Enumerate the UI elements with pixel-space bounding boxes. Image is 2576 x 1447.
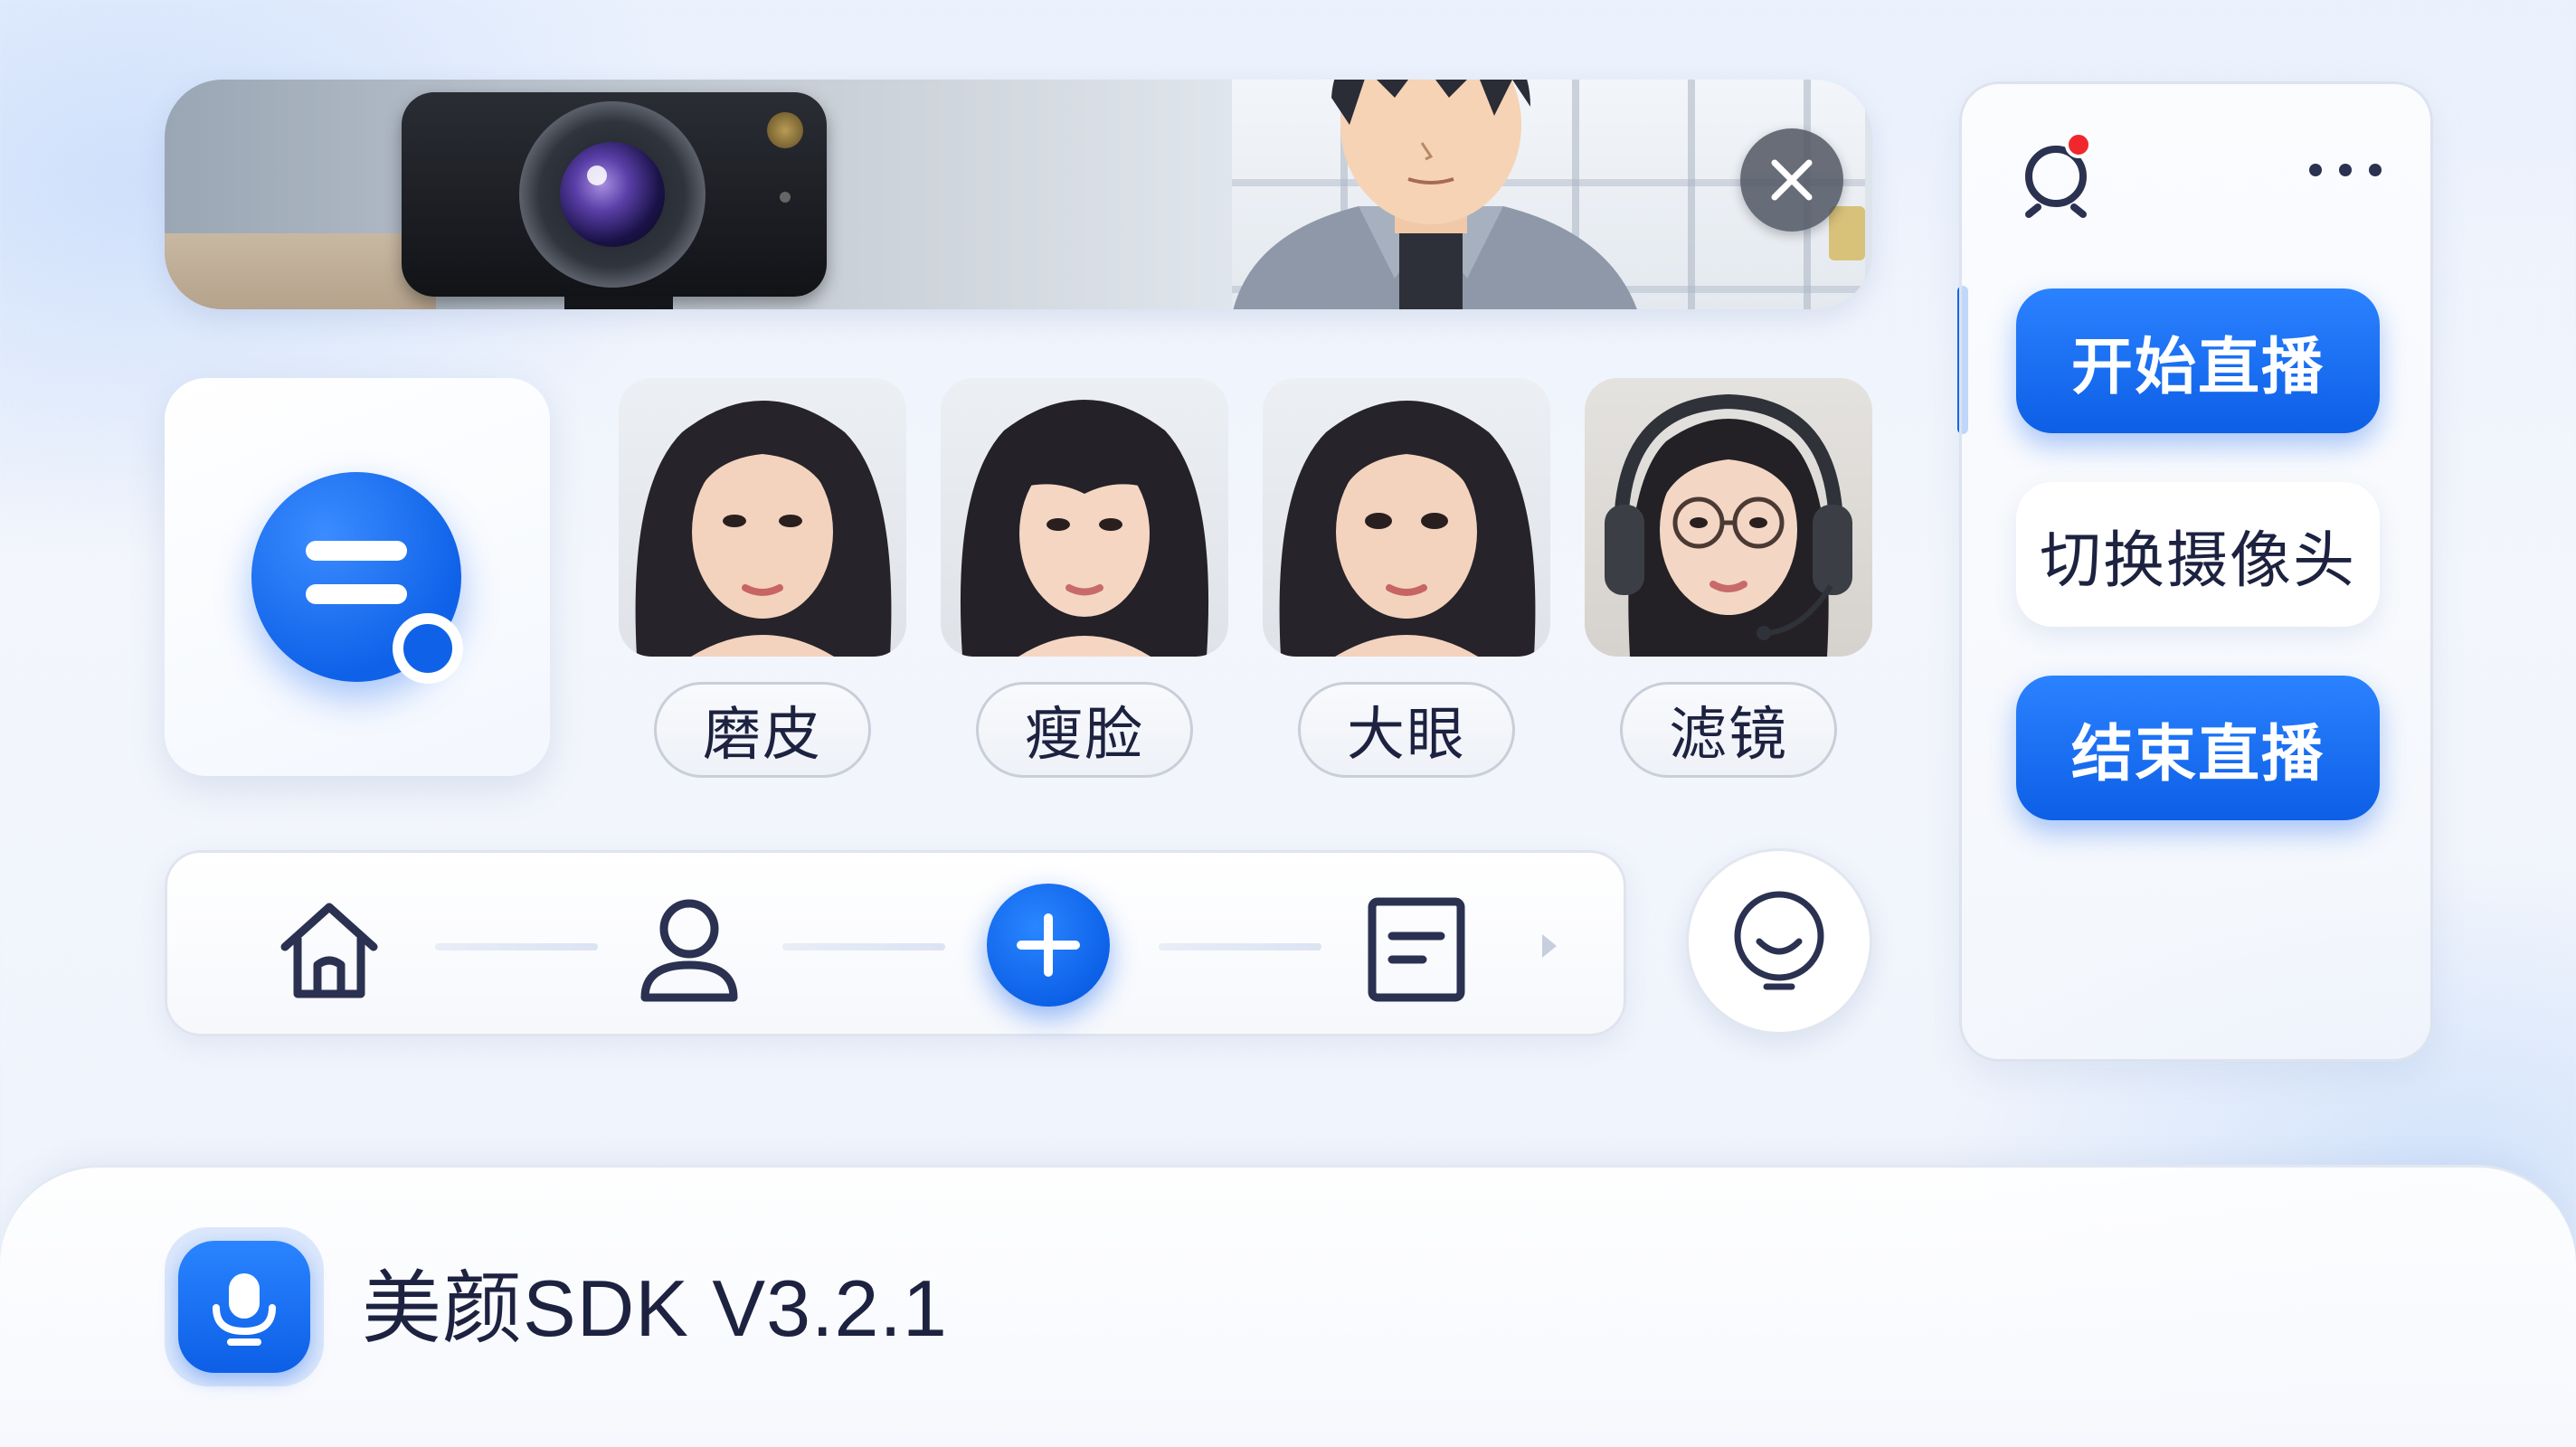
chevron-right-icon <box>1542 934 1557 958</box>
beauty-option-smooth[interactable]: 磨皮 <box>619 378 906 785</box>
footer-bar: 美颜SDK V3.2.1 <box>0 1165 2576 1447</box>
camera-stand <box>564 297 673 309</box>
camera-lens <box>519 101 706 288</box>
nav-item-profile[interactable] <box>632 893 746 1007</box>
nav-item-add-button[interactable] <box>987 884 1110 1007</box>
app-logo <box>165 1227 324 1386</box>
camera-illustration <box>402 92 827 309</box>
switch-camera-button[interactable]: 切换摄像头 <box>2016 482 2380 627</box>
smile-icon <box>1734 891 1824 990</box>
nav-separator <box>435 943 598 950</box>
beauty-option-label[interactable]: 磨皮 <box>654 682 871 778</box>
portrait-image <box>1263 378 1550 657</box>
microphone-icon <box>213 1273 276 1346</box>
search-button[interactable] <box>2016 131 2107 222</box>
start-live-button[interactable]: 开始直播 <box>2016 288 2380 433</box>
beauty-option-big-eyes[interactable]: 大眼 <box>1263 378 1550 785</box>
plus-icon <box>1017 913 1080 977</box>
user-icon <box>640 899 738 1002</box>
nav-separator <box>1159 943 1321 950</box>
search-icon <box>2025 146 2087 218</box>
nav-item-documents[interactable] <box>1359 893 1473 1007</box>
camera-flash <box>767 112 803 148</box>
more-options-button[interactable] <box>2309 156 2382 184</box>
beauty-options-list: 磨皮 瘦脸 大眼 滤镜 <box>619 378 1872 785</box>
home-icon <box>280 903 378 998</box>
portrait-image <box>1585 378 1872 657</box>
beauty-option-label[interactable]: 大眼 <box>1298 682 1515 778</box>
nav-item-home[interactable] <box>272 893 386 1007</box>
bottom-nav-bar <box>165 850 1626 1036</box>
live-control-panel: 开始直播 切换摄像头 结束直播 <box>1959 81 2433 1062</box>
portrait-image <box>619 378 906 657</box>
beauty-option-label[interactable]: 瘦脸 <box>976 682 1193 778</box>
end-live-button[interactable]: 结束直播 <box>2016 676 2380 820</box>
beauty-option-filter[interactable]: 滤镜 <box>1585 378 1872 785</box>
document-icon <box>1368 897 1465 1002</box>
cartoon-avatar-illustration <box>1233 80 1637 309</box>
banner-carousel[interactable] <box>165 80 1872 309</box>
nav-separator <box>782 943 945 950</box>
beauty-option-slim-face[interactable]: 瘦脸 <box>941 378 1228 785</box>
nav-more-arrow[interactable] <box>1535 932 1562 960</box>
chat-bubble-icon <box>251 472 463 684</box>
close-icon <box>1771 159 1813 201</box>
beauty-option-label[interactable]: 滤镜 <box>1620 682 1837 778</box>
notification-dot <box>2065 131 2092 158</box>
banner-plant-decoration <box>1829 206 1865 260</box>
banner-close-button[interactable] <box>1740 128 1843 232</box>
chat-tile[interactable] <box>165 378 550 776</box>
app-title: 美颜SDK V3.2.1 <box>362 1263 948 1353</box>
banner-shelf-background <box>165 233 436 309</box>
more-dots-icon <box>2309 164 2322 176</box>
emoji-button[interactable] <box>1686 848 1872 1035</box>
portrait-image <box>941 378 1228 657</box>
